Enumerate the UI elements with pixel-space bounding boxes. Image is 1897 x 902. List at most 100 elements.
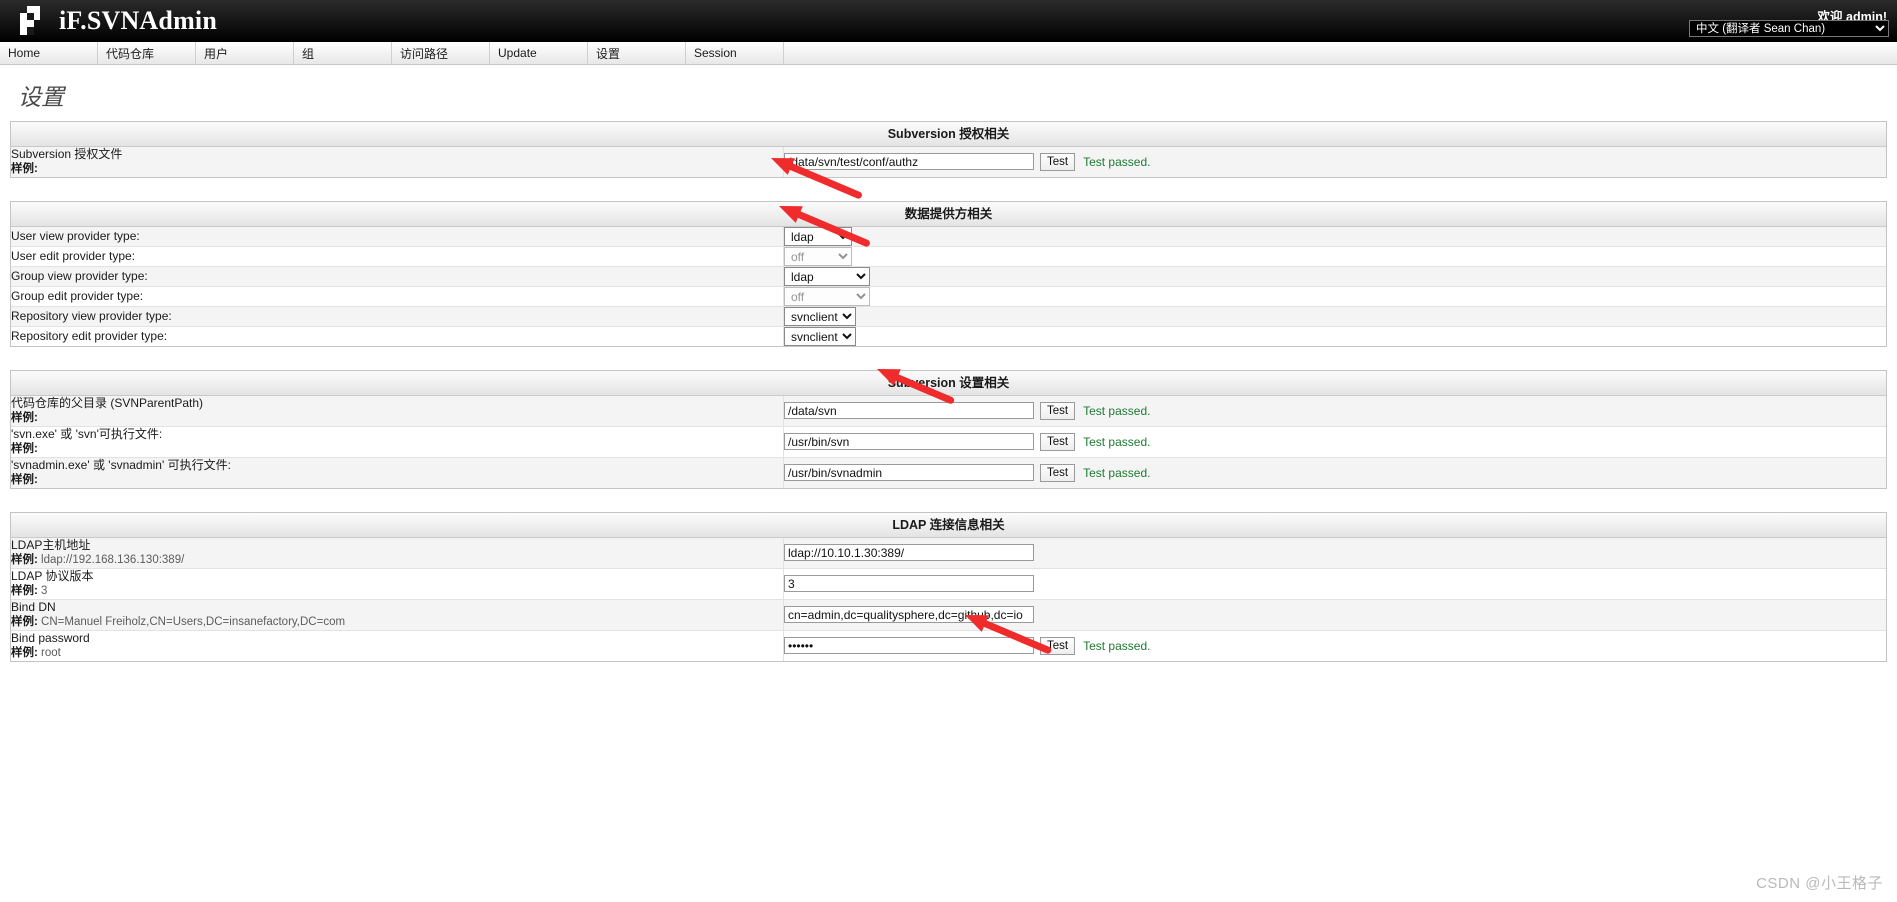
- path-input[interactable]: [784, 153, 1034, 171]
- nav-label: 设置: [596, 46, 621, 61]
- provider-type-select[interactable]: ldap: [784, 267, 870, 286]
- settings-row: Repository view provider type: svnclient: [11, 306, 1886, 327]
- setting-sample: 样例:: [11, 473, 783, 488]
- sample-value: root: [41, 647, 61, 659]
- sample-prefix-label: 样例:: [11, 585, 38, 597]
- setting-label: 'svnadmin.exe' 或 'svnadmin' 可执行文件:: [11, 458, 231, 472]
- setting-label-cell: Repository edit provider type:: [11, 326, 784, 346]
- nav-item-settings[interactable]: 设置: [588, 42, 686, 64]
- provider-type-select[interactable]: svnclient: [784, 307, 856, 326]
- setting-control-cell: Test Test passed.: [783, 426, 1886, 458]
- password-input[interactable]: [784, 637, 1034, 655]
- nav-item-users[interactable]: 用户: [196, 42, 294, 64]
- settings-row: Group edit provider type: off: [11, 286, 1886, 307]
- settings-row: Group view provider type: ldap: [11, 266, 1886, 287]
- test-status-text: Test passed.: [1083, 403, 1151, 418]
- nav-label: Session: [694, 46, 737, 60]
- nav-item-groups[interactable]: 组: [294, 42, 392, 64]
- setting-control-cell: off: [783, 286, 1886, 307]
- sample-value: CN=Manuel Freiholz,CN=Users,DC=insanefac…: [41, 616, 346, 628]
- settings-row: LDAP 协议版本 样例: 3: [11, 568, 1886, 600]
- setting-control-cell: [783, 568, 1886, 600]
- test-button[interactable]: Test: [1040, 463, 1076, 482]
- setting-label-cell: User view provider type:: [11, 227, 784, 247]
- test-status-text: Test passed.: [1083, 434, 1151, 449]
- path-input[interactable]: [784, 544, 1034, 562]
- setting-label-cell: 'svn.exe' 或 'svn'可执行文件: 样例:: [11, 426, 784, 458]
- sample-prefix-label: 样例:: [11, 554, 38, 566]
- setting-label: Bind password: [11, 631, 90, 645]
- settings-row: 代码仓库的父目录 (SVNParentPath) 样例: Test Test pas…: [11, 396, 1886, 427]
- setting-control-cell: Test Test passed.: [783, 630, 1886, 661]
- setting-label-cell: Subversion 授权文件 样例:: [11, 147, 784, 177]
- panel-title: 数据提供方相关: [11, 202, 1886, 227]
- settings-row: 'svnadmin.exe' 或 'svnadmin' 可执行文件: 样例: Te…: [11, 457, 1886, 488]
- setting-control-cell: off: [783, 246, 1886, 267]
- setting-label: Group view provider type:: [11, 269, 148, 283]
- path-input[interactable]: [784, 402, 1034, 420]
- setting-sample: 样例: root: [11, 646, 783, 661]
- sample-prefix-label: 样例:: [11, 616, 38, 628]
- test-status-text: Test passed.: [1083, 154, 1151, 169]
- nav-item-repositories[interactable]: 代码仓库: [98, 42, 196, 64]
- setting-control-cell: svnclient: [783, 326, 1886, 346]
- watermark: CSDN @小王格子: [1756, 875, 1883, 892]
- setting-label: 'svn.exe' 或 'svn'可执行文件:: [11, 427, 163, 441]
- nav-item-home[interactable]: Home: [0, 42, 98, 64]
- nav-item-session[interactable]: Session: [686, 42, 784, 64]
- setting-control-cell: svnclient: [783, 306, 1886, 327]
- nav-item-update[interactable]: Update: [490, 42, 588, 64]
- setting-label: User view provider type:: [11, 229, 140, 243]
- path-input[interactable]: [784, 464, 1034, 482]
- setting-label: LDAP 协议版本: [11, 569, 94, 583]
- app-logo-icon: [17, 5, 47, 36]
- setting-control-cell: [783, 538, 1886, 569]
- setting-sample: 样例:: [11, 162, 783, 177]
- setting-control-cell: Test Test passed.: [783, 147, 1886, 177]
- test-button[interactable]: Test: [1040, 432, 1076, 451]
- nav-label: 用户: [204, 46, 229, 61]
- sample-prefix-label: 样例:: [11, 647, 38, 659]
- setting-label: Group edit provider type:: [11, 289, 144, 303]
- path-input[interactable]: [784, 575, 1034, 593]
- test-button[interactable]: Test: [1040, 152, 1076, 171]
- settings-table: 代码仓库的父目录 (SVNParentPath) 样例: Test Test pas…: [11, 396, 1886, 488]
- setting-label: Bind DN: [11, 600, 56, 614]
- provider-type-select[interactable]: svnclient: [784, 327, 856, 346]
- language-select[interactable]: 中文 (翻译者 Sean Chan): [1689, 20, 1889, 37]
- setting-label-cell: 'svnadmin.exe' 或 'svnadmin' 可执行文件: 样例:: [11, 457, 784, 488]
- nav-label: Update: [498, 46, 537, 60]
- provider-type-select[interactable]: ldap: [784, 227, 852, 246]
- settings-panel-data-provider: 数据提供方相关 User view provider type: ldap User …: [10, 201, 1887, 347]
- setting-control-cell: ldap: [783, 227, 1886, 247]
- settings-panel-subversion-settings: Subversion 设置相关 代码仓库的父目录 (SVNParentPath) 样…: [10, 370, 1887, 489]
- settings-row: 'svn.exe' 或 'svn'可执行文件: 样例: Test Test pass…: [11, 426, 1886, 458]
- sample-value: ldap://192.168.136.130:389/: [41, 554, 185, 566]
- setting-label-cell: Bind DN 样例: CN=Manuel Freiholz,CN=Users,D…: [11, 599, 784, 631]
- nav-item-access-paths[interactable]: 访问路径: [392, 42, 490, 64]
- nav-label: 代码仓库: [106, 46, 155, 61]
- setting-label: LDAP主机地址: [11, 538, 91, 552]
- provider-type-select[interactable]: off: [784, 287, 870, 306]
- path-input[interactable]: [784, 606, 1034, 624]
- nav-label: Home: [8, 46, 41, 60]
- settings-panel-ldap-connection: LDAP 连接信息相关 LDAP主机地址 样例: ldap://192.168.13…: [10, 512, 1887, 662]
- main-navigation: Home 代码仓库 用户 组 访问路径 Update 设置 Session: [0, 42, 1897, 65]
- provider-type-select[interactable]: off: [784, 247, 852, 266]
- settings-row: User edit provider type: off: [11, 246, 1886, 267]
- setting-label: Repository view provider type:: [11, 309, 172, 323]
- setting-label-cell: LDAP 协议版本 样例: 3: [11, 568, 784, 600]
- path-input[interactable]: [784, 433, 1034, 451]
- setting-sample: 样例: 3: [11, 584, 783, 599]
- test-button[interactable]: Test: [1040, 401, 1076, 420]
- page-title: 设置: [18, 85, 64, 110]
- setting-label-cell: Repository view provider type:: [11, 306, 784, 327]
- settings-row: LDAP主机地址 样例: ldap://192.168.136.130:389/: [11, 538, 1886, 569]
- sample-prefix-label: 样例:: [11, 412, 38, 424]
- settings-row: Repository edit provider type: svnclient: [11, 326, 1886, 346]
- app-brand-title: iF.SVNAdmin: [59, 5, 218, 35]
- test-button[interactable]: Test: [1040, 636, 1076, 655]
- setting-label-cell: User edit provider type:: [11, 246, 784, 267]
- setting-control-cell: [783, 599, 1886, 631]
- setting-control-cell: ldap: [783, 266, 1886, 287]
